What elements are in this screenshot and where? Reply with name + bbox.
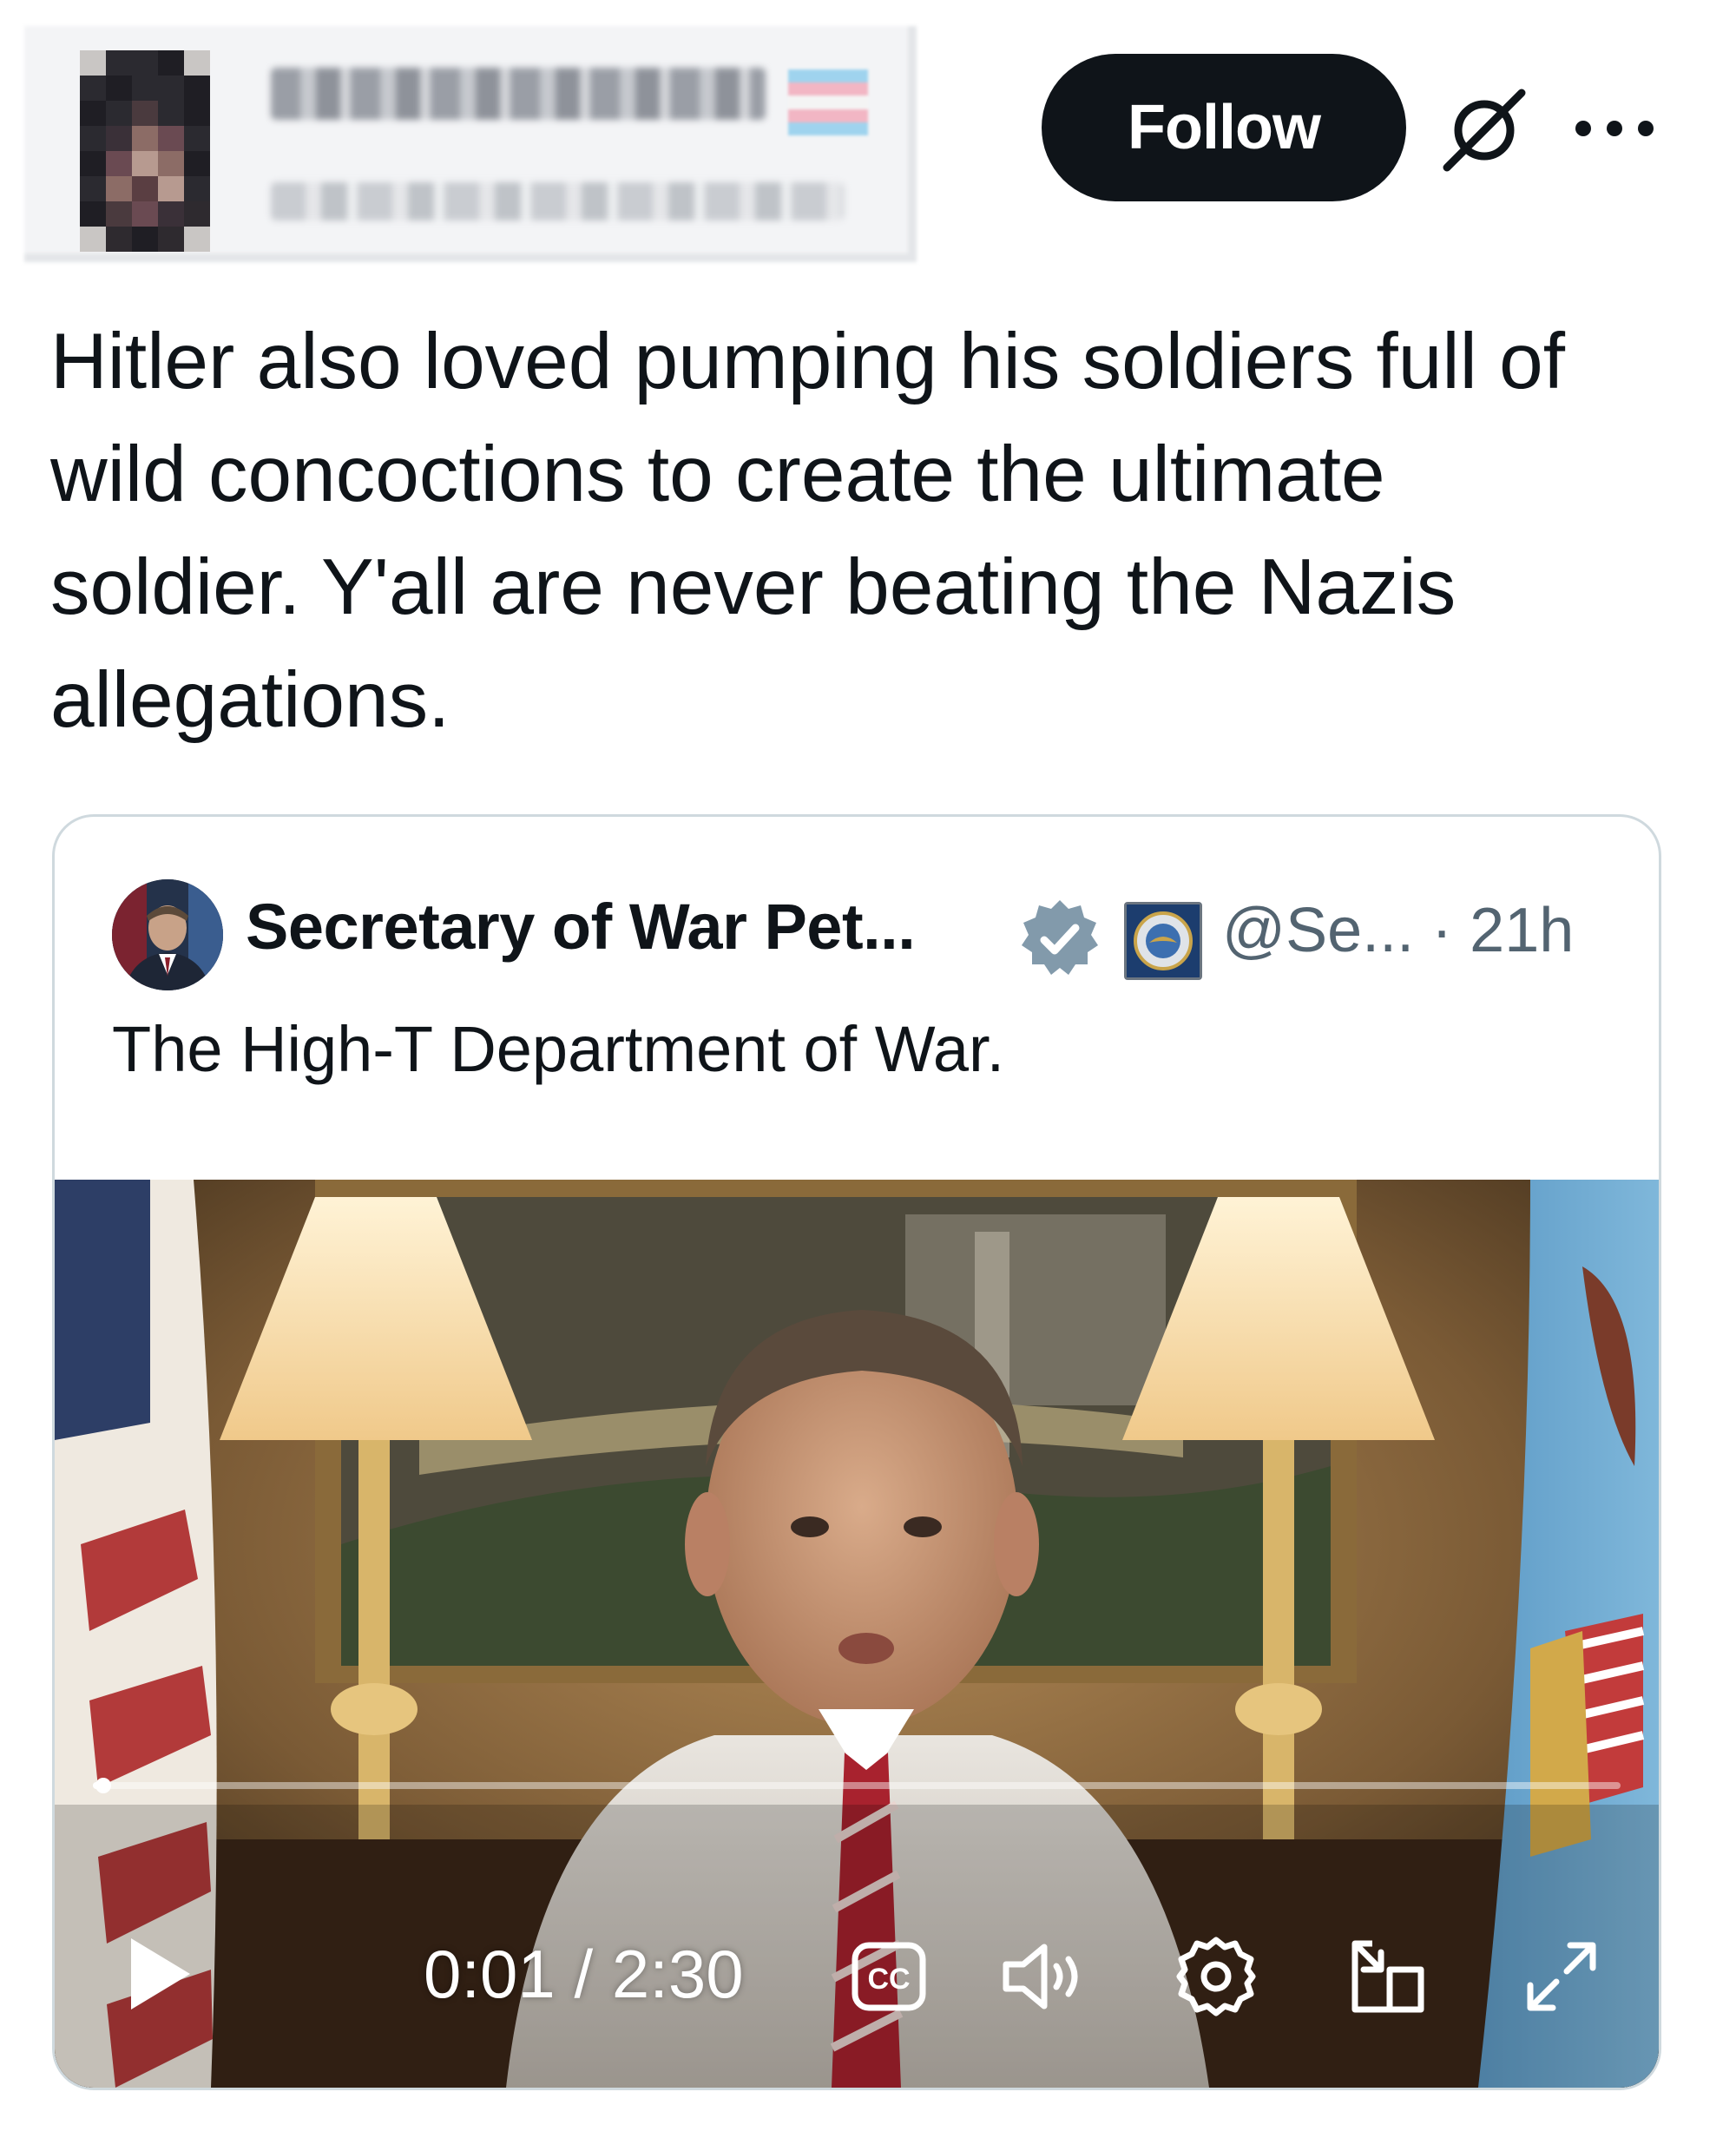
svg-text:CC: CC [867, 1963, 910, 1996]
post-text: Hitler also loved pumping his soldiers f… [50, 318, 1565, 744]
pop-out-icon[interactable] [1346, 1935, 1430, 2018]
quoted-post-text: The High-T Department of War. [112, 1013, 1005, 1085]
video-player[interactable]: 0:01 / 2:30 CC [55, 1180, 1659, 2088]
video-progress-bar[interactable] [93, 1778, 1621, 1793]
fullscreen-icon[interactable] [1520, 1935, 1603, 2018]
author-name-blurred[interactable] [271, 68, 766, 120]
quoted-post[interactable]: Secretary of War Pet... @Se... · 21h The… [52, 814, 1661, 2090]
author-avatar[interactable] [80, 50, 210, 252]
author-handle-blurred[interactable] [271, 182, 844, 220]
captions-icon[interactable]: CC [852, 1942, 926, 2011]
quoted-handle-time[interactable]: @Se... · 21h [1222, 895, 1574, 966]
grok-icon[interactable] [1437, 82, 1532, 178]
quoted-author-avatar[interactable] [112, 879, 223, 990]
verified-badge-icon [1022, 900, 1098, 975]
follow-button[interactable]: Follow [1042, 54, 1406, 201]
post-header: Follow [0, 0, 1736, 269]
volume-icon[interactable] [1001, 1940, 1088, 2013]
dod-seal-icon [1124, 902, 1202, 980]
video-time: 0:01 / 2:30 [424, 1936, 744, 2012]
settings-icon[interactable] [1174, 1935, 1258, 2018]
play-icon[interactable] [124, 1935, 194, 2013]
more-icon[interactable] [1571, 111, 1658, 146]
quoted-author-name[interactable]: Secretary of War Pet... [246, 890, 916, 964]
flag-emoji-icon [788, 69, 868, 135]
